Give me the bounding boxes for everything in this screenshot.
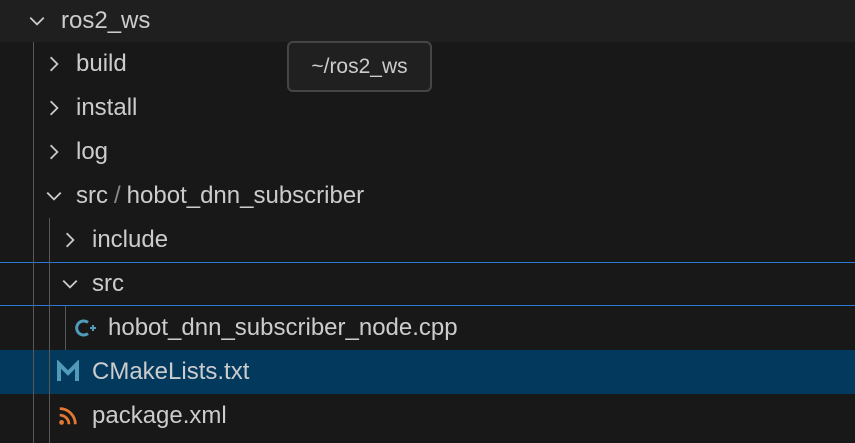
cpp-file-icon bbox=[73, 316, 97, 340]
tooltip-text: ~/ros2_ws bbox=[311, 54, 408, 78]
chevron-right-icon[interactable] bbox=[43, 130, 65, 174]
tree-item-hobot_dnn_subscriber_node-cpp[interactable]: hobot_dnn_subscriber_node.cpp bbox=[0, 306, 855, 350]
tree-item-label: include bbox=[92, 226, 169, 253]
indent-guide bbox=[33, 42, 34, 443]
compact-folder-label: src / hobot_dnn_subscriber bbox=[76, 182, 364, 210]
chevron-down-icon[interactable] bbox=[26, 0, 48, 42]
compact-folder-part[interactable]: hobot_dnn_subscriber bbox=[127, 182, 365, 209]
path-separator: / bbox=[114, 182, 121, 209]
tree-item-label: src bbox=[92, 270, 124, 297]
tree-item-include[interactable]: include bbox=[0, 218, 855, 262]
path-tooltip: ~/ros2_ws bbox=[287, 41, 432, 92]
tree-item-log[interactable]: log bbox=[0, 130, 855, 174]
chevron-down-icon[interactable] bbox=[43, 174, 65, 218]
chevron-right-icon[interactable] bbox=[43, 42, 65, 86]
tree-item-install[interactable]: install bbox=[0, 86, 855, 130]
indent-guide bbox=[49, 218, 50, 443]
tree-item-src[interactable]: src bbox=[0, 262, 855, 306]
tree-item-label: package.xml bbox=[92, 402, 227, 429]
compact-folder-part[interactable]: src bbox=[76, 182, 108, 209]
tree-item-label: hobot_dnn_subscriber_node.cpp bbox=[108, 314, 458, 341]
tree-item-label: log bbox=[76, 138, 109, 165]
tree-item-label: ros2_ws bbox=[61, 7, 151, 34]
tree-item-package-xml[interactable]: package.xml bbox=[0, 394, 855, 438]
tree-item-CMakeLists-txt[interactable]: CMakeLists.txt bbox=[0, 350, 855, 394]
tree-item-ros2_ws[interactable]: ros2_ws bbox=[0, 0, 855, 42]
cmake-file-icon bbox=[56, 360, 80, 384]
chevron-right-icon[interactable] bbox=[43, 86, 65, 130]
chevron-right-icon[interactable] bbox=[59, 218, 81, 262]
tree-item-label: CMakeLists.txt bbox=[92, 358, 250, 385]
tree-item-src-hobot_dnn_subscriber[interactable]: src / hobot_dnn_subscriber bbox=[0, 174, 855, 218]
rss-xml-file-icon bbox=[56, 404, 80, 428]
indent-guide bbox=[65, 306, 66, 350]
tree-item-label: install bbox=[76, 94, 138, 121]
tree-item-label: build bbox=[76, 50, 127, 77]
chevron-down-icon[interactable] bbox=[59, 263, 81, 305]
